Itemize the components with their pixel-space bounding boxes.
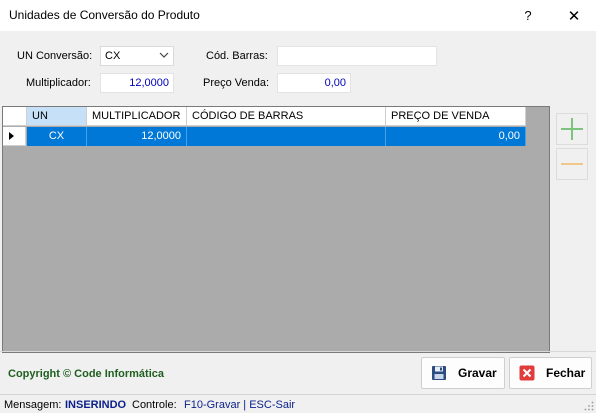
fechar-button[interactable]: Fechar (509, 357, 592, 389)
plus-icon (561, 118, 583, 140)
chevron-down-icon (159, 52, 169, 58)
gravar-label: Gravar (458, 366, 497, 380)
cell-un[interactable]: CX (27, 127, 87, 146)
controle-value: F10-Gravar | ESC-Sair (184, 399, 296, 411)
window-title: Unidades de Conversão do Produto (9, 8, 200, 22)
help-icon: ? (524, 8, 532, 23)
resize-grip-icon[interactable] (584, 401, 594, 411)
gravar-button[interactable]: Gravar (421, 357, 505, 389)
multiplicador-label: Multiplicador: (26, 77, 91, 89)
add-row-button[interactable] (556, 113, 588, 145)
controle-label: Controle: (132, 399, 177, 411)
close-button[interactable]: ✕ (554, 0, 594, 31)
row-pointer-icon (9, 132, 14, 140)
cell-codigo-barras[interactable] (187, 127, 386, 146)
fechar-label: Fechar (546, 366, 586, 380)
conversion-grid[interactable]: UN MULTIPLICADOR CÓDIGO DE BARRAS PREÇO … (2, 106, 550, 353)
un-conversao-label: UN Conversão: (17, 50, 93, 62)
column-header-multiplicador[interactable]: MULTIPLICADOR (87, 107, 187, 126)
close-red-icon (518, 364, 536, 382)
footer-divider (0, 351, 596, 352)
mensagem-value: INSERINDO (65, 399, 127, 411)
mensagem-label: Mensagem: (4, 399, 62, 411)
cell-preco-venda[interactable]: 0,00 (386, 127, 526, 146)
help-button[interactable]: ? (508, 0, 548, 31)
title-bar: Unidades de Conversão do Produto ? ✕ (0, 0, 596, 31)
cod-barras-label: Cód. Barras: (206, 50, 268, 62)
dialog-body: UN Conversão: CX Cód. Barras: Multiplica… (0, 31, 596, 394)
save-icon (430, 364, 448, 382)
minus-icon (561, 163, 583, 165)
copyright-text: Copyright © Code Informática (8, 368, 165, 380)
grid-corner (3, 107, 27, 126)
remove-row-button[interactable] (556, 148, 588, 180)
column-header-un[interactable]: UN (27, 107, 87, 126)
row-indicator[interactable] (3, 127, 26, 146)
close-icon: ✕ (567, 7, 581, 25)
status-bar: Mensagem: INSERINDO Controle: F10-Gravar… (0, 394, 596, 413)
preco-venda-label: Preço Venda: (203, 77, 270, 89)
preco-venda-input[interactable]: 0,00 (277, 73, 351, 93)
cell-multiplicador[interactable]: 12,0000 (87, 127, 187, 146)
multiplicador-input[interactable]: 12,0000 (100, 73, 174, 93)
un-conversao-value: CX (105, 50, 121, 62)
column-header-preco-venda[interactable]: PREÇO DE VENDA (386, 107, 526, 126)
un-conversao-select[interactable]: CX (100, 46, 174, 66)
column-header-codigo-barras[interactable]: CÓDIGO DE BARRAS (187, 107, 386, 126)
cod-barras-input[interactable] (277, 46, 437, 66)
